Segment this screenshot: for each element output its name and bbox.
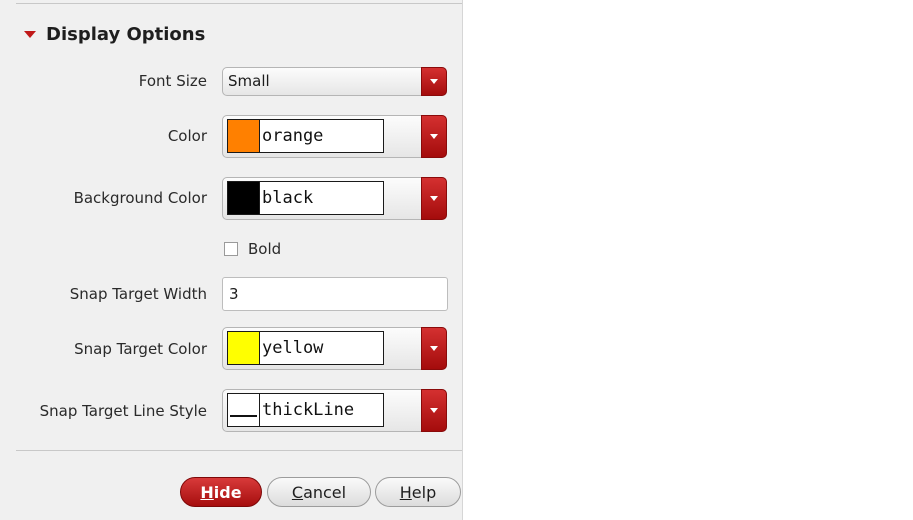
background-color-dropdown-button[interactable] [421,177,447,220]
bold-checkbox[interactable] [224,242,238,256]
bottom-divider [16,450,462,451]
snap-target-line-style-combo[interactable]: thickLine [222,389,447,432]
help-label-rest: elp [411,482,437,502]
snap-target-color-dropdown-button[interactable] [421,327,447,370]
color-combo[interactable]: orange [222,115,447,158]
snap-target-color-swatch-box: yellow [227,331,384,365]
snap-target-color-value: yellow [262,338,324,358]
section-title: Display Options [46,23,206,45]
font-size-combo[interactable]: Small [222,67,447,96]
snap-target-width-label: Snap Target Width [69,285,207,303]
hide-button[interactable]: Hide [180,477,262,507]
chevron-down-icon [430,134,438,139]
color-swatch-box: orange [227,119,384,153]
background-color-value: black [262,188,314,208]
snap-target-color-label: Snap Target Color [74,340,207,358]
snap-target-line-style-dropdown-button[interactable] [421,389,447,432]
snap-target-width-input[interactable]: 3 [222,277,448,311]
top-divider [16,3,462,4]
font-size-label: Font Size [138,72,207,90]
snap-target-line-style-swatch-box: thickLine [227,393,384,427]
color-label: Color [167,127,207,145]
cancel-mnemonic: C [291,482,304,502]
font-size-value: Small [228,72,270,90]
hide-label-rest: ide [213,482,242,502]
section-header[interactable]: Display Options [24,22,205,46]
thick-line-sample-icon [228,394,260,426]
help-button[interactable]: Help [375,477,461,507]
chevron-down-icon [430,196,438,201]
help-mnemonic: H [399,482,412,502]
background-color-combo[interactable]: black [222,177,447,220]
chevron-down-icon [430,346,438,351]
background-color-swatch [228,182,260,214]
snap-target-line-style-label: Snap Target Line Style [39,402,207,420]
collapse-triangle-icon[interactable] [24,30,36,38]
background-color-label: Background Color [73,189,207,207]
chevron-down-icon [430,79,438,84]
cancel-label-rest: ancel [303,482,347,502]
color-swatch [228,120,260,152]
background-color-swatch-box: black [227,181,384,215]
hide-mnemonic: H [200,482,214,502]
snap-target-color-swatch [228,332,260,364]
cancel-button[interactable]: Cancel [267,477,371,507]
bold-label: Bold [248,240,282,258]
color-dropdown-button[interactable] [421,115,447,158]
font-size-dropdown-button[interactable] [421,67,447,96]
chevron-down-icon [430,408,438,413]
display-options-panel: Display Options Font Size Small Color or… [0,0,463,520]
snap-target-color-combo[interactable]: yellow [222,327,447,370]
snap-target-line-style-value: thickLine [262,400,355,420]
color-value: orange [262,126,324,146]
bold-checkbox-row[interactable]: Bold [224,240,281,258]
